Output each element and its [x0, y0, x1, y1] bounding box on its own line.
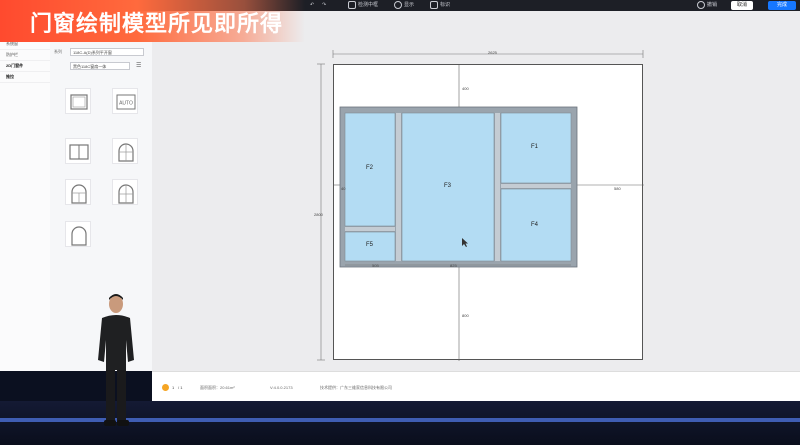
menu-item-sliding[interactable]: 推拉: [0, 72, 50, 83]
template-auto-window[interactable]: AUTO: [112, 88, 138, 114]
dim-total-height: 2800: [314, 212, 323, 217]
support-text: 技术提供：广东三维家信息科技有限公司: [320, 385, 392, 390]
redo-icon[interactable]: ↷: [322, 0, 326, 11]
done-button[interactable]: 完成: [768, 1, 796, 10]
template-arched-tall-window[interactable]: [65, 179, 91, 205]
undo-icon[interactable]: ↶: [310, 0, 314, 11]
template-arch-door[interactable]: [65, 221, 91, 247]
template-fixed-window[interactable]: [65, 88, 91, 114]
svg-text:AUTO: AUTO: [119, 101, 133, 107]
template-arched-cross-window[interactable]: [112, 179, 138, 205]
page-title: 门窗绘制模型所见即所得: [30, 11, 284, 36]
cancel-button[interactable]: 取消: [731, 1, 753, 10]
category-menu: 系统窗 防护栏 2D门窗件 推拉: [0, 11, 51, 371]
area-text: 面积面积：20.61m²: [200, 385, 235, 390]
status-bar: 1 / 1 面积面积：20.61m² V:4.0.0.2173 技术提供：广东三…: [152, 371, 800, 402]
toolbar-right-action[interactable]: 撤销: [697, 0, 717, 11]
title-banner: 门窗绘制模型所见即所得: [0, 0, 305, 42]
page-number: 1: [172, 385, 175, 390]
list-icon[interactable]: ☰: [136, 62, 141, 69]
dim-total-width: 2625: [488, 50, 497, 55]
menu-item-2d-parts[interactable]: 2D门窗件: [0, 61, 50, 72]
version-text: V:4.0.0.2173: [270, 385, 293, 390]
series-select[interactable]: 118C-A(D)系列平开窗: [70, 48, 144, 56]
series-label: 系列: [54, 49, 62, 54]
toolbar-item-check[interactable]: 检测中框: [348, 0, 378, 11]
menu-item-guardrail[interactable]: 防护栏: [0, 50, 50, 61]
template-double-window[interactable]: [65, 138, 91, 164]
cursor-icon: [462, 238, 468, 247]
color-select[interactable]: 黑色118C窗扇一体: [70, 62, 130, 70]
toolbar-item-mark[interactable]: 标识: [430, 0, 450, 11]
template-arched-window[interactable]: [112, 138, 138, 164]
page-indicator-icon[interactable]: [162, 384, 169, 391]
page-total: / 1: [178, 385, 183, 390]
presenter-person: [98, 294, 134, 426]
toolbar-item-display[interactable]: 显示: [394, 0, 414, 11]
outer-dimension-lines: [317, 50, 644, 361]
